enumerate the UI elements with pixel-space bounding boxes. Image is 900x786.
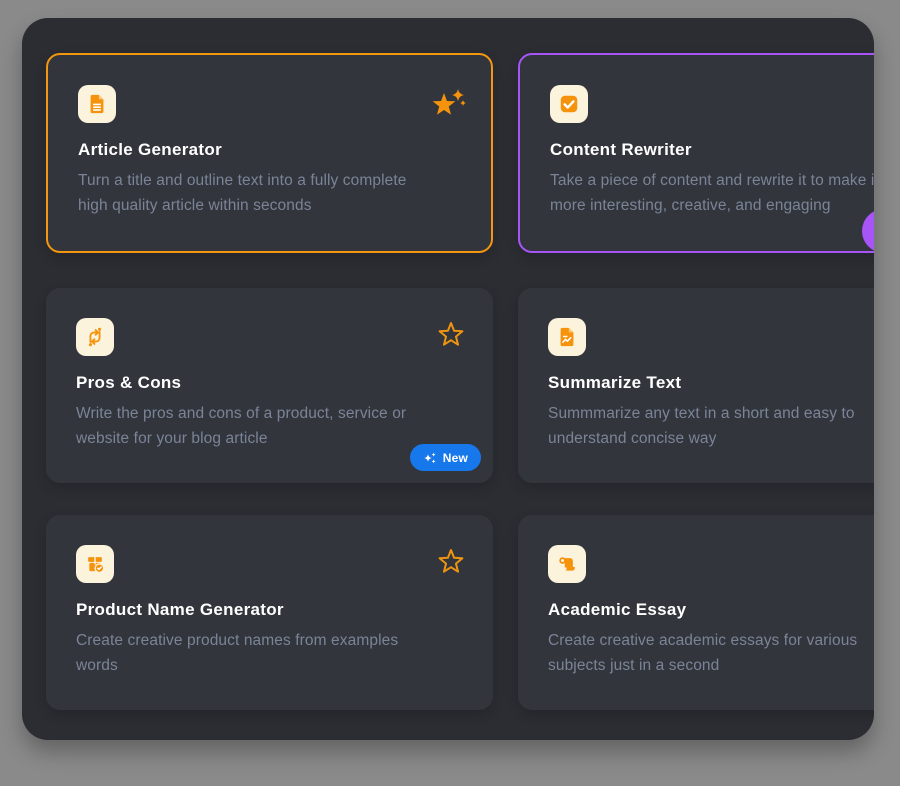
summary-document-icon [548, 318, 586, 356]
card-description: Create creative product names from examp… [76, 629, 463, 679]
card-title: Summarize Text [548, 373, 874, 393]
favorite-star-outline-icon[interactable] [436, 319, 466, 349]
card-title: Content Rewriter [550, 140, 874, 160]
card-title: Article Generator [78, 140, 461, 160]
card-title: Academic Essay [548, 600, 874, 620]
swap-arrows-icon [76, 318, 114, 356]
card-description: Turn a title and outline text into a ful… [78, 169, 461, 219]
tools-panel: Article Generator Turn a title and outli… [22, 18, 874, 740]
card-description: Create creative academic essays for vari… [548, 629, 874, 679]
article-document-icon [78, 85, 116, 123]
tool-card-pros-and-cons[interactable]: Pros & Cons Write the pros and cons of a… [46, 288, 493, 483]
new-badge: New [410, 444, 481, 471]
checkbox-icon [550, 85, 588, 123]
card-title: Product Name Generator [76, 600, 463, 620]
sparkle-icon [423, 451, 437, 465]
product-box-check-icon [76, 545, 114, 583]
favorite-star-filled-icon[interactable] [428, 81, 468, 121]
card-title: Pros & Cons [76, 373, 463, 393]
card-description: Summmarize any text in a short and easy … [548, 402, 874, 452]
tool-card-summarize-text[interactable]: Summarize Text Summmarize any text in a … [518, 288, 874, 483]
card-description: Write the pros and cons of a product, se… [76, 402, 463, 452]
tool-card-content-rewriter[interactable]: Content Rewriter Take a piece of content… [518, 53, 874, 253]
tool-card-academic-essay[interactable]: Academic Essay Create creative academic … [518, 515, 874, 710]
tool-card-article-generator[interactable]: Article Generator Turn a title and outli… [46, 53, 493, 253]
card-description: Take a piece of content and rewrite it t… [550, 169, 874, 219]
favorite-star-outline-icon[interactable] [436, 546, 466, 576]
scroll-icon [548, 545, 586, 583]
new-badge-label: New [443, 451, 468, 465]
tool-card-product-name-generator[interactable]: Product Name Generator Create creative p… [46, 515, 493, 710]
